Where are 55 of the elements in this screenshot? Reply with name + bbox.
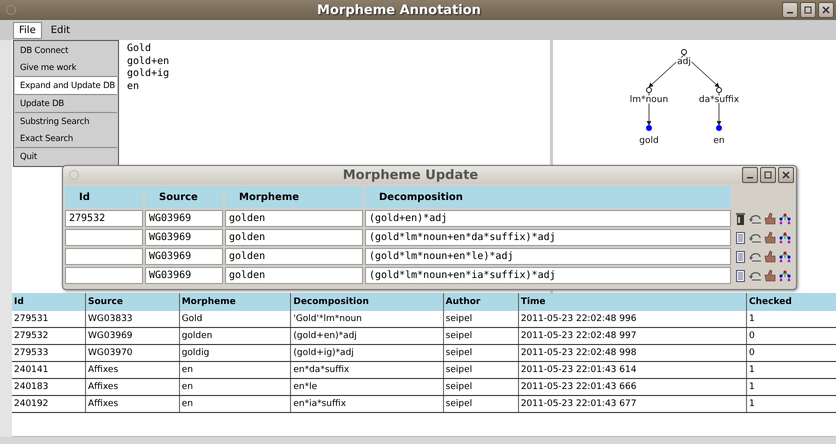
table-cell: Affixes [86,396,180,412]
table-cell: seipel [443,396,518,412]
table-cell: Gold [179,311,291,328]
table-cell: en*da*suffix [290,362,444,378]
table-cell: 2011-05-23 22:01:43 614 [518,362,747,378]
table-cell: Affixes [86,362,180,378]
table-cell: seipel [443,344,518,362]
table-cell: 0 [746,328,836,344]
table-cell: 240192 [12,396,86,412]
table-cell: goldig [179,344,291,362]
table-cell: 2011-05-23 22:02:48 997 [518,328,747,344]
table-cell: 240141 [12,362,86,378]
column-header: Decomposition [365,186,733,208]
column-header: Source [145,186,225,208]
window-title: Morpheme Annotation [316,2,482,18]
table-cell: 2011-05-23 22:02:48 996 [518,311,747,328]
table-cell: WG03969 [86,328,180,344]
table-cell: 2011-05-23 22:01:43 677 [518,396,747,412]
table-cell: 1 [746,378,836,396]
table-cell: 1 [746,311,836,328]
node-label: en [713,136,725,146]
dialog-title: Morpheme Update [342,168,480,182]
table-cell: 2011-05-23 22:02:48 998 [518,344,747,362]
table-cell: 279531 [12,311,86,328]
table-cell: 279532 [12,328,86,344]
table-cell: seipel [443,328,518,344]
column-header: Morpheme [225,186,365,208]
table-cell: WG03833 [86,311,180,328]
table-cell: seipel [443,362,518,378]
node-label: adj [677,57,691,67]
table-cell: (gold+ig)*adj [290,344,444,362]
text-line: en [127,80,140,93]
table-cell: 2011-05-23 22:01:43 666 [518,378,747,396]
table-cell: en*le [290,378,444,396]
table-cell: en [179,362,291,378]
text-line: gold+ig [127,68,170,80]
table-cell: seipel [443,378,518,396]
table-cell: 0 [746,344,836,362]
table-cell: 279533 [12,344,86,362]
table-cell: WG03970 [86,344,180,362]
table-cell: en*ia*suffix [290,396,444,412]
table-cell: (gold+en)*adj [290,328,444,344]
table-cell: en [179,378,291,396]
table-cell: 1 [746,362,836,378]
table-cell: 240183 [12,378,86,396]
table-cell: 'Gold'*lm*noun [290,311,444,328]
table-cell: golden [179,328,291,344]
text-line: Gold [127,43,152,56]
table-cell: Affixes [86,378,180,396]
text-line: gold+en [127,56,170,68]
table-cell: 1 [746,396,836,412]
table-cell: en [179,396,291,412]
table-cell: seipel [443,311,518,328]
node-label: gold [639,136,659,146]
column-header: Id [65,186,145,208]
